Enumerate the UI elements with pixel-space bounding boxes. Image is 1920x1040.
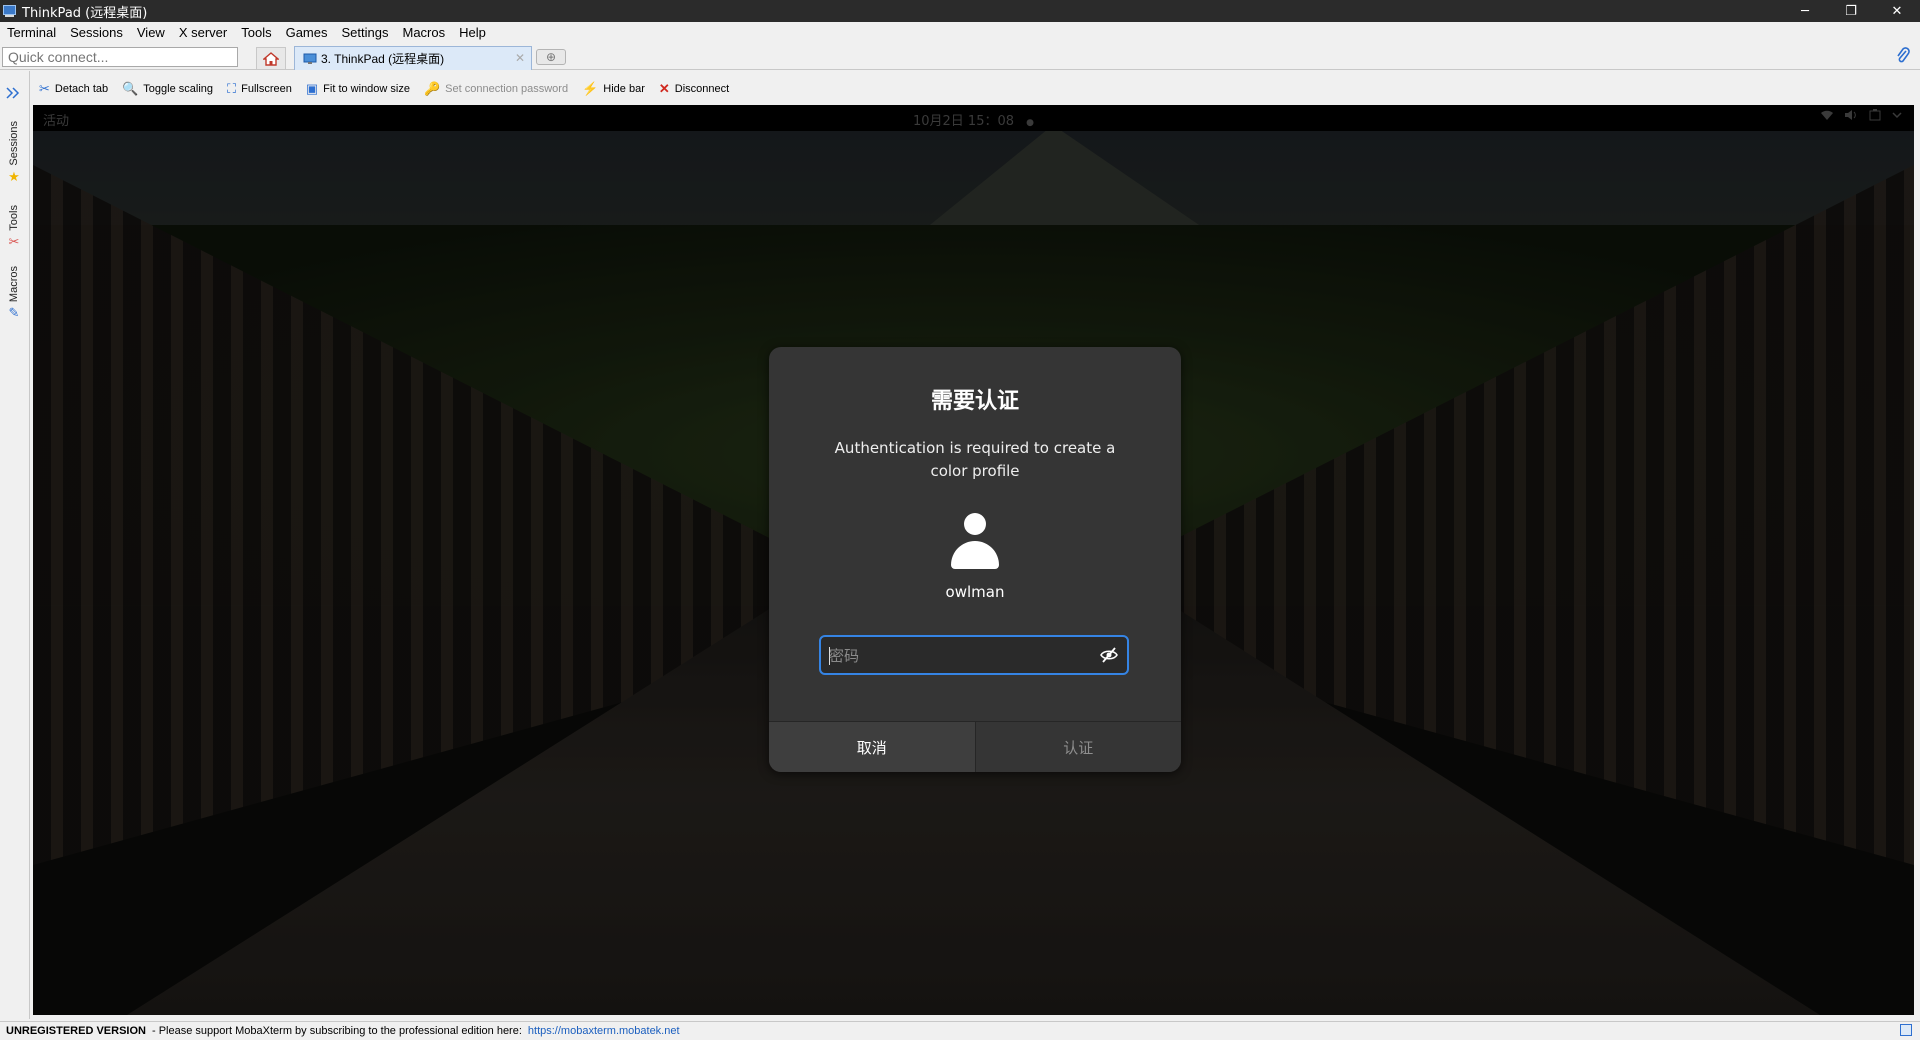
restore-button[interactable]: ❐ xyxy=(1828,0,1874,22)
home-icon xyxy=(263,51,279,66)
side-tab-macros-label: Macros xyxy=(8,266,20,303)
session-toolbar: ✂ Detach tab 🔍 Toggle scaling ⛶ Fullscre… xyxy=(31,77,1920,101)
menu-sessions[interactable]: Sessions xyxy=(63,25,130,40)
menu-terminal[interactable]: Terminal xyxy=(0,25,63,40)
side-tab-sessions[interactable]: Sessions ★ xyxy=(3,121,25,185)
menu-tools[interactable]: Tools xyxy=(234,25,278,40)
unregistered-label: UNREGISTERED VERSION xyxy=(6,1025,146,1037)
menu-help[interactable]: Help xyxy=(452,25,493,40)
support-message: - Please support MobaXterm by subscribin… xyxy=(151,1025,522,1037)
red-x-icon: ✕ xyxy=(658,81,670,96)
disconnect-label: Disconnect xyxy=(674,83,730,95)
new-tab-button[interactable]: ⊕ xyxy=(536,49,566,65)
side-tab-tools-label: Tools xyxy=(8,205,20,231)
tabbar: 3. ThinkPad (远程桌面) ✕ ⊕ xyxy=(0,44,1920,70)
toggle-scaling-label: Toggle scaling xyxy=(143,83,214,95)
side-panel: Sessions ★ Tools ✂ Macros ✎ xyxy=(0,71,30,1019)
macro-pen-icon: ✎ xyxy=(8,306,20,322)
quick-connect-input[interactable] xyxy=(2,47,238,67)
menu-macros[interactable]: Macros xyxy=(395,25,452,40)
password-input[interactable] xyxy=(829,645,1089,667)
fit-to-window-button[interactable]: ▣ Fit to window size xyxy=(306,81,410,97)
authenticate-button[interactable]: 认证 xyxy=(975,722,1181,772)
wifi-icon xyxy=(1820,109,1834,125)
system-status-area[interactable] xyxy=(1820,109,1902,125)
fullscreen-icon: ⛶ xyxy=(227,81,237,96)
password-field[interactable] xyxy=(819,635,1129,675)
username-label: owlman xyxy=(945,583,1005,601)
show-password-icon[interactable] xyxy=(1099,645,1119,665)
session-tab-thinkpad[interactable]: 3. ThinkPad (远程桌面) ✕ xyxy=(294,46,532,70)
magnifier-icon: 🔍 xyxy=(122,81,139,96)
status-bar: UNREGISTERED VERSION - Please support Mo… xyxy=(0,1021,1920,1040)
key-icon: 🔑 xyxy=(423,81,441,96)
menu-view[interactable]: View xyxy=(130,25,172,40)
gnome-top-bar: 活动 10月2日 15：08 ● xyxy=(33,105,1914,131)
dialog-title: 需要认证 xyxy=(930,389,1019,414)
minimize-button[interactable]: ─ xyxy=(1782,0,1828,22)
chevron-down-icon xyxy=(1892,109,1902,125)
disconnect-button[interactable]: ✕ Disconnect xyxy=(659,81,729,97)
hide-bar-button[interactable]: ⚡ Hide bar xyxy=(582,81,645,97)
dialog-message: Authentication is required to create a c… xyxy=(834,439,1116,480)
mobatek-link[interactable]: https://mobaxterm.mobatek.net xyxy=(528,1025,680,1037)
volume-icon xyxy=(1844,109,1858,125)
menu-settings[interactable]: Settings xyxy=(335,25,396,40)
tab-close-icon[interactable]: ✕ xyxy=(515,51,525,65)
notification-dot: ● xyxy=(1026,118,1035,128)
mobaxterm-app-icon xyxy=(2,3,18,19)
set-connection-password-label: Set connection password xyxy=(445,83,569,95)
window-titlebar: ThinkPad (远程桌面) ─ ❐ ✕ xyxy=(0,0,1920,22)
clock-text: 10月2日 15：08 xyxy=(912,114,1015,129)
side-tab-tools[interactable]: Tools ✂ xyxy=(3,205,25,250)
side-tab-macros[interactable]: Macros ✎ xyxy=(3,266,25,321)
fit-to-window-label: Fit to window size xyxy=(323,83,410,95)
user-avatar-icon xyxy=(951,513,999,573)
detach-icon: ✂ xyxy=(39,81,50,96)
cancel-button[interactable]: 取消 xyxy=(769,722,976,772)
battery-icon xyxy=(1868,109,1882,125)
detach-tab-label: Detach tab xyxy=(54,83,109,95)
tools-icon: ✂ xyxy=(8,234,20,250)
expand-sidebar-icon[interactable] xyxy=(5,85,21,104)
rdp-monitor-icon xyxy=(303,53,317,64)
statusbar-window-icon[interactable] xyxy=(1900,1024,1912,1036)
hide-bar-label: Hide bar xyxy=(603,83,645,95)
dialog-buttons: 取消 认证 xyxy=(769,721,1181,772)
clock[interactable]: 10月2日 15：08 ● xyxy=(913,110,1034,129)
menubar: Terminal Sessions View X server Tools Ga… xyxy=(0,22,1920,43)
detach-tab-button[interactable]: ✂ Detach tab xyxy=(39,81,108,97)
menu-games[interactable]: Games xyxy=(279,25,335,40)
close-button[interactable]: ✕ xyxy=(1874,0,1920,22)
window-controls: ─ ❐ ✕ xyxy=(1782,0,1920,22)
lightning-icon: ⚡ xyxy=(582,81,599,96)
activities-button[interactable]: 活动 xyxy=(43,110,69,129)
fit-window-icon: ▣ xyxy=(305,81,319,96)
home-tab[interactable] xyxy=(256,47,286,69)
set-connection-password-button[interactable]: 🔑 Set connection password xyxy=(424,81,568,97)
fullscreen-button[interactable]: ⛶ Fullscreen xyxy=(227,81,292,97)
window-title: ThinkPad (远程桌面) xyxy=(22,5,148,21)
authentication-dialog: 需要认证 Authentication is required to creat… xyxy=(769,347,1181,772)
menu-x-server[interactable]: X server xyxy=(172,25,234,40)
toggle-scaling-button[interactable]: 🔍 Toggle scaling xyxy=(122,81,213,97)
remote-desktop-view[interactable]: 活动 10月2日 15：08 ● 需要认证 Authentication is … xyxy=(33,105,1914,1015)
session-tab-label: 3. ThinkPad (远程桌面) xyxy=(321,52,445,66)
star-icon: ★ xyxy=(8,169,20,185)
side-tab-sessions-label: Sessions xyxy=(8,121,20,166)
paperclip-icon[interactable] xyxy=(1896,47,1910,67)
fullscreen-label: Fullscreen xyxy=(241,83,292,95)
